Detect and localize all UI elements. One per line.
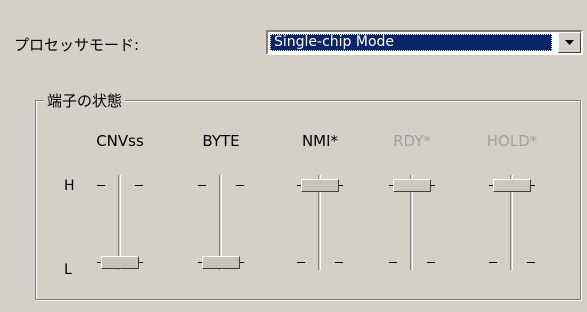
low-tick-mark [527, 262, 535, 263]
dropdown-button[interactable] [558, 32, 581, 53]
slider-thumb-rdy [393, 179, 431, 192]
pin-state-group [35, 100, 581, 300]
high-tick-mark [97, 185, 105, 186]
low-tick-mark [335, 262, 343, 263]
slider-thumb-hold [493, 179, 531, 192]
high-label: H [64, 178, 75, 194]
low-tick-mark [489, 262, 497, 263]
processor-mode-select[interactable]: Single-chip Mode [266, 30, 583, 55]
high-tick-mark [236, 185, 244, 186]
pin-label-rdy: RDY* [393, 132, 431, 150]
high-tick-mark [135, 185, 143, 186]
pin-label-cnvss: CNVss [96, 132, 144, 150]
pin-label-byte: BYTE [202, 132, 240, 150]
low-tick-mark [297, 262, 305, 263]
processor-mode-selected-value[interactable]: Single-chip Mode [270, 34, 552, 51]
chevron-down-icon [565, 40, 574, 45]
pin-label-nmi: NMI* [301, 132, 339, 150]
pin-state-group-title: 端子の状態 [44, 90, 126, 111]
slider-thumb-nmi[interactable] [301, 179, 339, 192]
processor-mode-label: プロセッサモード: [14, 36, 140, 54]
pin-label-hold: HOLD* [486, 132, 538, 150]
low-tick-mark [389, 262, 397, 263]
low-label: L [64, 262, 72, 278]
slider-thumb-byte[interactable] [202, 256, 240, 269]
low-tick-mark [427, 262, 435, 263]
high-tick-mark [198, 185, 206, 186]
slider-thumb-cnvss[interactable] [101, 256, 139, 269]
